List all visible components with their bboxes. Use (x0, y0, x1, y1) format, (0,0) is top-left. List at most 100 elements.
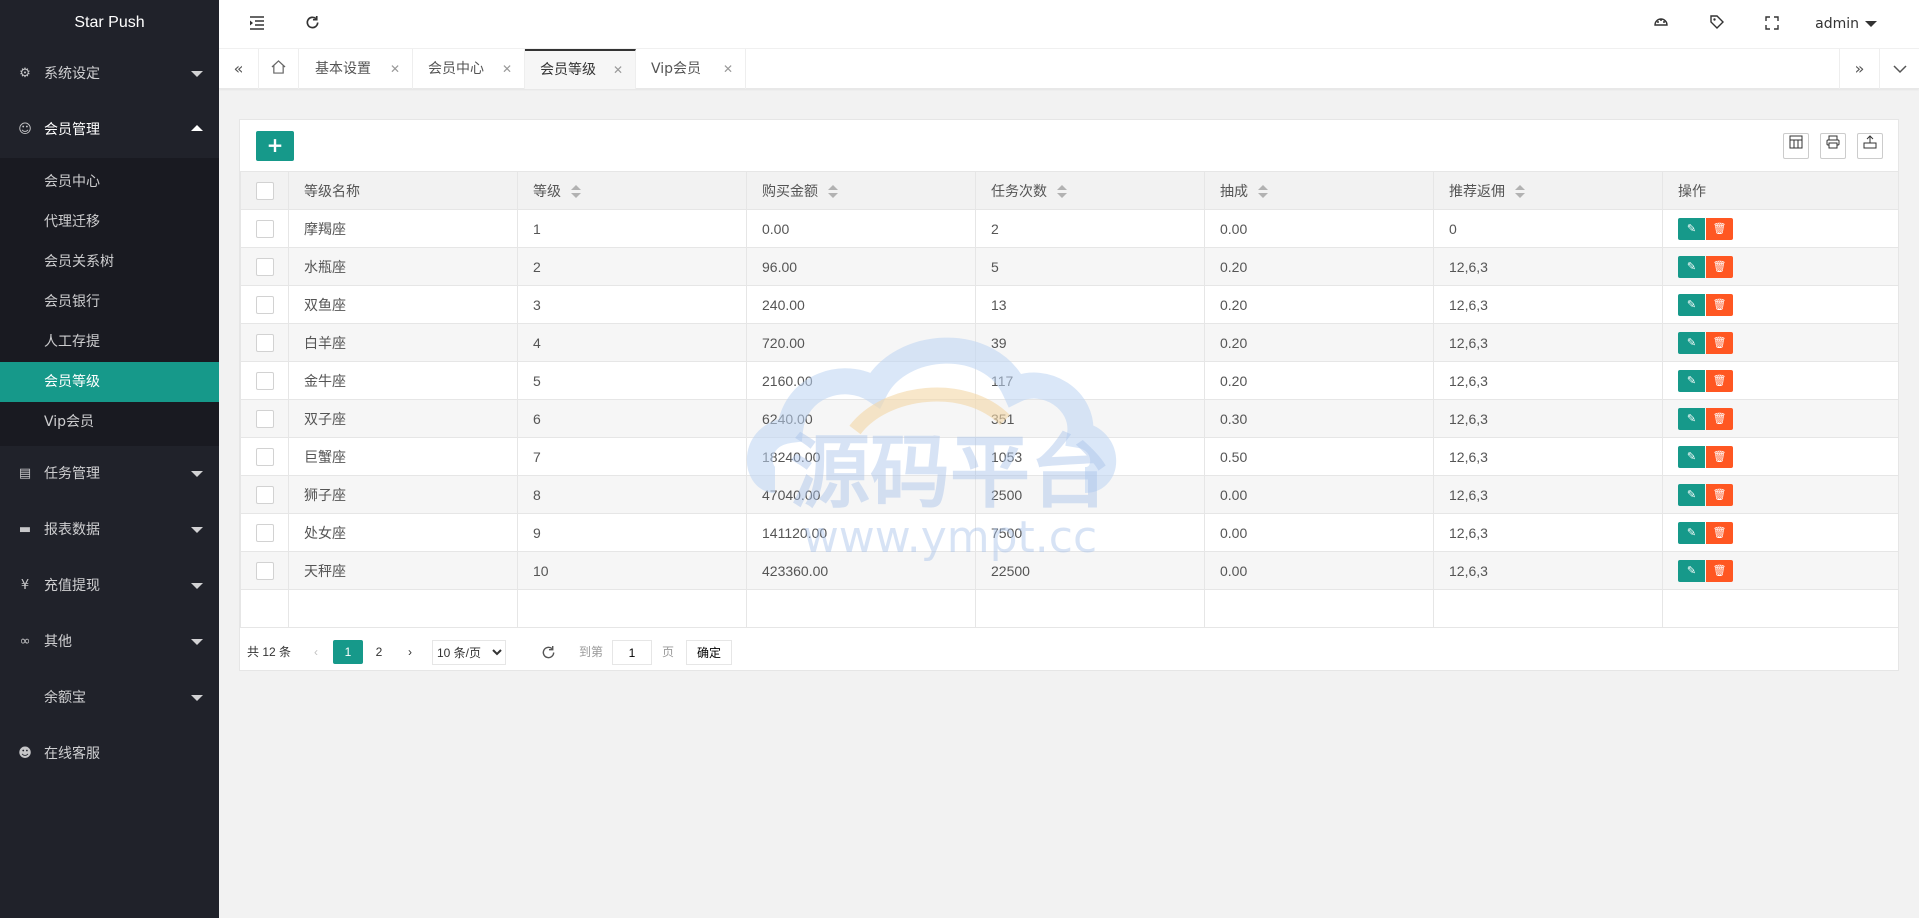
cell-referral-rebate: 12,6,3 (1433, 399, 1663, 438)
user-menu[interactable]: admin (1815, 0, 1877, 49)
close-icon[interactable]: ✕ (613, 51, 623, 89)
sidebar-subitem-member-center[interactable]: 会员中心 (0, 162, 219, 202)
edit-button[interactable]: ✎ (1678, 255, 1705, 278)
tab-vip-member[interactable]: Vip会员 ✕ (636, 49, 746, 89)
table-body: 摩羯座 1 0.00 2 0.00 0 ✎ 🗑 水瓶座 2 96.00 5 0.20 12,6,3 ✎ 🗑 … (240, 209, 1899, 628)
sort-icon[interactable] (1258, 184, 1268, 199)
sidebar-item-label: 报表数据 (44, 522, 100, 538)
edit-button[interactable]: ✎ (1678, 369, 1705, 392)
delete-button[interactable]: 🗑 (1706, 445, 1733, 468)
row-checkbox[interactable] (255, 257, 274, 276)
delete-button[interactable]: 🗑 (1706, 521, 1733, 544)
row-checkbox[interactable] (255, 333, 274, 352)
app-logo[interactable]: Star Push (0, 0, 219, 46)
column-header-level[interactable]: 等级 (517, 171, 747, 210)
pagination-confirm-button[interactable]: 确定 (686, 640, 732, 665)
pagination-page[interactable]: 2 (368, 640, 390, 664)
sidebar-item-member-management[interactable]: ☺ 会员管理 (0, 102, 219, 158)
delete-button[interactable]: 🗑 (1706, 217, 1733, 240)
row-checkbox[interactable] (255, 561, 274, 580)
menu-collapse-icon[interactable] (242, 0, 272, 49)
columns-filter-icon[interactable] (1783, 133, 1809, 159)
chevron-down-icon (191, 695, 203, 701)
pagination-total: 共 12 条 (247, 645, 292, 659)
theme-icon[interactable] (1646, 0, 1676, 49)
cell-actions: ✎ 🗑 (1662, 361, 1899, 400)
print-icon[interactable] (1820, 133, 1846, 159)
select-all-checkbox[interactable] (255, 181, 274, 200)
chevron-down-icon (191, 527, 203, 533)
refresh-icon[interactable] (297, 0, 327, 49)
tab-member-center[interactable]: 会员中心 ✕ (413, 49, 525, 89)
delete-button[interactable]: 🗑 (1706, 369, 1733, 392)
edit-button[interactable]: ✎ (1678, 331, 1705, 354)
close-icon[interactable]: ✕ (390, 49, 400, 89)
edit-button[interactable]: ✎ (1678, 559, 1705, 582)
edit-button[interactable]: ✎ (1678, 445, 1705, 468)
close-icon[interactable]: ✕ (502, 49, 512, 89)
delete-button[interactable]: 🗑 (1706, 483, 1733, 506)
column-header-task-count[interactable]: 任务次数 (975, 171, 1205, 210)
row-select-cell (240, 247, 289, 286)
row-select-cell (240, 399, 289, 438)
table-row: 狮子座 8 47040.00 2500 0.00 12,6,3 ✎ 🗑 (240, 475, 1899, 514)
sidebar-subitem-member-bank[interactable]: 会员银行 (0, 282, 219, 322)
pagination-next-icon[interactable]: › (400, 640, 420, 664)
sidebar-item-recharge-withdraw[interactable]: ¥ 充值提现 (0, 558, 219, 614)
edit-button[interactable]: ✎ (1678, 293, 1705, 316)
delete-button[interactable]: 🗑 (1706, 255, 1733, 278)
column-header-referral-rebate[interactable]: 推荐返佣 (1433, 171, 1663, 210)
column-header-label: 推荐返佣 (1449, 182, 1505, 199)
sort-icon[interactable] (1057, 184, 1067, 199)
add-level-button[interactable]: + (256, 131, 294, 161)
pagination-prev-icon[interactable]: ‹ (306, 640, 326, 664)
cell-actions: ✎ 🗑 (1662, 475, 1899, 514)
export-icon[interactable] (1857, 133, 1883, 159)
sidebar-item-other[interactable]: ∞ 其他 (0, 614, 219, 670)
row-checkbox[interactable] (255, 371, 274, 390)
tabs-scroll-right-icon[interactable]: » (1839, 49, 1879, 89)
sort-icon[interactable] (828, 184, 838, 199)
home-icon[interactable] (259, 49, 299, 89)
row-checkbox[interactable] (255, 485, 274, 504)
sidebar-subitem-agent-migration[interactable]: 代理迁移 (0, 202, 219, 242)
pagination-page[interactable]: 1 (333, 640, 363, 664)
page-size-select[interactable]: 10 条/页 (432, 640, 506, 665)
pagination-goto-input[interactable] (612, 640, 652, 665)
column-header-commission[interactable]: 抽成 (1204, 171, 1434, 210)
tab-member-level[interactable]: 会员等级 ✕ (525, 49, 636, 89)
row-checkbox[interactable] (255, 409, 274, 428)
edit-button[interactable]: ✎ (1678, 521, 1705, 544)
edit-button[interactable]: ✎ (1678, 483, 1705, 506)
sort-icon[interactable] (1515, 184, 1525, 199)
sidebar-item-reports[interactable]: ▬ 报表数据 (0, 502, 219, 558)
sidebar-item-balance-treasure[interactable]: 余额宝 (0, 670, 219, 726)
sidebar-subitem-member-tree[interactable]: 会员关系树 (0, 242, 219, 282)
fullscreen-icon[interactable] (1757, 0, 1787, 49)
column-header-purchase-amount[interactable]: 购买金额 (746, 171, 976, 210)
sort-icon[interactable] (571, 184, 581, 199)
edit-button[interactable]: ✎ (1678, 407, 1705, 430)
sidebar-item-task-management[interactable]: ▤ 任务管理 (0, 446, 219, 502)
sidebar-item-system-settings[interactable]: ⚙ 系统设定 (0, 46, 219, 102)
sidebar-subitem-member-level[interactable]: 会员等级 (0, 362, 219, 402)
refresh-icon[interactable] (538, 640, 558, 664)
row-checkbox[interactable] (255, 447, 274, 466)
tab-basic-settings[interactable]: 基本设置 ✕ (300, 49, 413, 89)
delete-button[interactable]: 🗑 (1706, 331, 1733, 354)
row-checkbox[interactable] (255, 219, 274, 238)
delete-button[interactable]: 🗑 (1706, 407, 1733, 430)
cell-level: 6 (517, 399, 747, 438)
close-icon[interactable]: ✕ (723, 49, 733, 89)
row-checkbox[interactable] (255, 295, 274, 314)
delete-button[interactable]: 🗑 (1706, 559, 1733, 582)
sidebar-subitem-manual-deposit[interactable]: 人工存提 (0, 322, 219, 362)
sidebar-subitem-vip-member[interactable]: Vip会员 (0, 402, 219, 442)
edit-button[interactable]: ✎ (1678, 217, 1705, 240)
delete-button[interactable]: 🗑 (1706, 293, 1733, 316)
tabs-menu-chevron-down-icon[interactable] (1879, 49, 1919, 89)
sidebar-item-online-support[interactable]: ☻ 在线客服 (0, 726, 219, 782)
row-checkbox[interactable] (255, 523, 274, 542)
tag-icon[interactable] (1702, 0, 1732, 49)
tabs-scroll-left-icon[interactable]: « (219, 49, 259, 89)
